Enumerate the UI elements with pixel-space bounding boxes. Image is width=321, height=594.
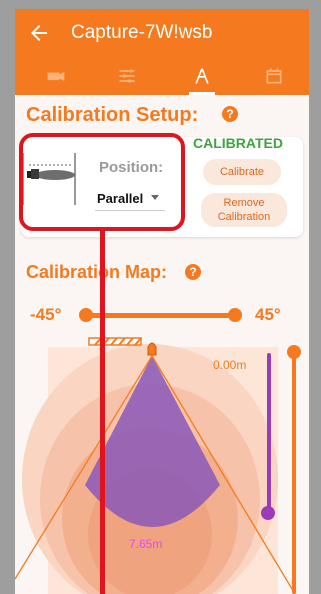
distance-slider-handle[interactable] <box>261 506 275 520</box>
pointer-line <box>100 231 105 594</box>
distance-near-label: 0.00m <box>213 358 247 372</box>
sensitivity-slider-track[interactable] <box>292 353 296 594</box>
distance-far-label: 7.65m <box>129 537 163 551</box>
distance-slider-track[interactable] <box>267 353 271 517</box>
app-screen: Capture-7W!wsb Calibration Setup: ? Posi <box>15 9 309 594</box>
sensitivity-slider-handle[interactable] <box>287 345 301 359</box>
